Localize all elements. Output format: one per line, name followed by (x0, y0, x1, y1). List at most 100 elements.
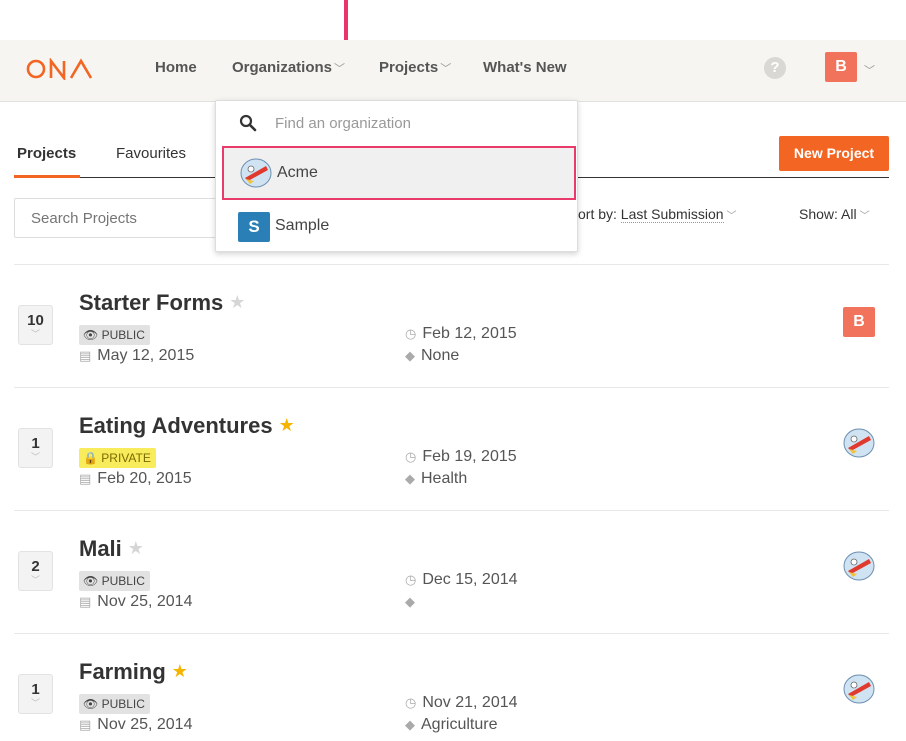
last-submission-date: ◷ Nov 21, 2014 (405, 694, 518, 712)
chevron-down-icon: ﹀ (30, 452, 40, 462)
tags-text: Agriculture (421, 716, 498, 733)
visibility-text: PUBLIC (101, 574, 145, 588)
project-title[interactable]: Eating Adventures ★ (79, 413, 295, 439)
submission-count: 1 ﹀ (18, 674, 53, 714)
project-title[interactable]: Starter Forms ★ (79, 290, 245, 316)
nav-projects[interactable]: Projects ﹀ (379, 59, 451, 76)
created-date-text: Nov 25, 2014 (97, 716, 193, 733)
nav-home[interactable]: Home (155, 59, 197, 76)
ona-logo[interactable] (26, 58, 94, 80)
form-icon: ▤ (79, 471, 92, 486)
dropdown-item-label: Sample (275, 217, 330, 234)
new-project-button[interactable]: New Project (779, 136, 889, 171)
nav-organizations[interactable]: Organizations ﹀ (232, 59, 345, 76)
created-date: ▤ Nov 25, 2014 (79, 593, 192, 611)
chevron-down-icon[interactable]: ﹀ (864, 62, 875, 78)
last-submission-date: ◷ Dec 15, 2014 (405, 571, 518, 589)
search-icon (239, 114, 257, 132)
last-submission-text: Feb 19, 2015 (422, 448, 517, 465)
user-avatar[interactable]: B (825, 52, 857, 82)
clock-icon: ◷ (405, 695, 417, 710)
created-date-text: Nov 25, 2014 (97, 593, 193, 610)
last-submission-date: ◷ Feb 19, 2015 (405, 448, 517, 466)
help-icon[interactable]: ? (764, 57, 786, 79)
star-icon[interactable]: ★ (172, 661, 188, 681)
eye-icon: 👁 (83, 574, 99, 588)
tag-icon: ◆ (405, 471, 415, 486)
project-title-text: Mali (79, 536, 122, 561)
created-date: ▤ May 12, 2015 (79, 347, 194, 365)
chevron-down-icon: ﹀ (859, 211, 870, 222)
tags-text: Health (421, 470, 468, 487)
submission-count: 2 ﹀ (18, 551, 53, 591)
org-avatar-sample: S (238, 212, 270, 242)
eye-icon: 👁 (83, 328, 99, 342)
chevron-down-icon: ﹀ (334, 63, 346, 75)
show-label: Show: (799, 206, 842, 222)
last-submission-date: ◷ Feb 12, 2015 (405, 325, 517, 343)
project-title-text: Farming (79, 659, 166, 684)
star-icon[interactable]: ★ (128, 538, 144, 558)
divider (14, 264, 889, 265)
visibility-text: PRIVATE (101, 451, 151, 465)
owner-avatar[interactable]: B (843, 307, 875, 337)
sort-by-label: ort by: (578, 206, 621, 222)
form-icon: ▤ (79, 717, 92, 732)
nav-whats-new[interactable]: What's New (483, 59, 567, 76)
last-submission-text: Feb 12, 2015 (422, 325, 517, 342)
show-filter-selector[interactable]: Show: All ﹀ (799, 206, 870, 222)
project-title[interactable]: Farming ★ (79, 659, 188, 685)
tab-projects[interactable]: Projects (17, 145, 76, 162)
created-date: ▤ Feb 20, 2015 (79, 470, 192, 488)
show-value: All (841, 206, 857, 222)
clock-icon: ◷ (405, 326, 417, 341)
nav-organizations-label: Organizations (232, 59, 333, 76)
dropdown-item-sample[interactable]: S Sample (216, 200, 577, 250)
tab-favourites[interactable]: Favourites (116, 145, 186, 162)
org-avatar-acme[interactable] (843, 428, 875, 458)
divider (14, 633, 889, 634)
divider (14, 387, 889, 388)
created-date: ▤ Nov 25, 2014 (79, 716, 192, 734)
project-title[interactable]: Mali ★ (79, 536, 144, 562)
star-icon[interactable]: ★ (279, 415, 295, 435)
clock-icon: ◷ (405, 449, 417, 464)
project-title-text: Starter Forms (79, 290, 224, 315)
form-icon: ▤ (79, 348, 92, 363)
tags-text: None (421, 347, 460, 364)
tag-icon: ◆ (405, 717, 415, 732)
tags: ◆ (405, 593, 421, 611)
tag-icon: ◆ (405, 594, 415, 609)
star-icon[interactable]: ★ (229, 292, 245, 312)
chevron-down-icon: ﹀ (30, 698, 40, 708)
sort-by-value: Last Submission (620, 206, 724, 223)
dropdown-item-label: Acme (277, 164, 318, 181)
org-avatar-acme[interactable] (843, 674, 875, 704)
created-date-text: Feb 20, 2015 (97, 470, 192, 487)
eye-icon: 👁 (83, 697, 99, 711)
last-submission-text: Dec 15, 2014 (422, 571, 518, 588)
find-organization-input[interactable]: Find an organization (239, 114, 559, 134)
chevron-down-icon: ﹀ (440, 63, 452, 75)
find-organization-placeholder: Find an organization (275, 115, 411, 132)
visibility-badge: 👁 PUBLIC (79, 694, 150, 714)
divider (14, 510, 889, 511)
tags: ◆ Health (405, 470, 467, 488)
created-date-text: May 12, 2015 (97, 347, 195, 364)
visibility-badge: 🔒 PRIVATE (79, 448, 156, 468)
sort-by-selector[interactable]: ort by: Last Submission ﹀ (578, 206, 737, 223)
lock-icon: 🔒 (83, 451, 98, 465)
tags: ◆ Agriculture (405, 716, 497, 734)
tags: ◆ None (405, 347, 459, 365)
active-tab-indicator (14, 175, 80, 178)
chevron-down-icon: ﹀ (726, 211, 737, 222)
chevron-down-icon: ﹀ (30, 575, 40, 585)
chevron-down-icon: ﹀ (30, 329, 40, 339)
clock-icon: ◷ (405, 572, 417, 587)
search-projects-input[interactable] (14, 198, 224, 238)
org-avatar-acme[interactable] (843, 551, 875, 581)
last-submission-text: Nov 21, 2014 (422, 694, 518, 711)
nav-projects-label: Projects (379, 59, 439, 76)
submission-count: 10 ﹀ (18, 305, 53, 345)
dropdown-item-acme[interactable]: Acme (222, 146, 576, 200)
